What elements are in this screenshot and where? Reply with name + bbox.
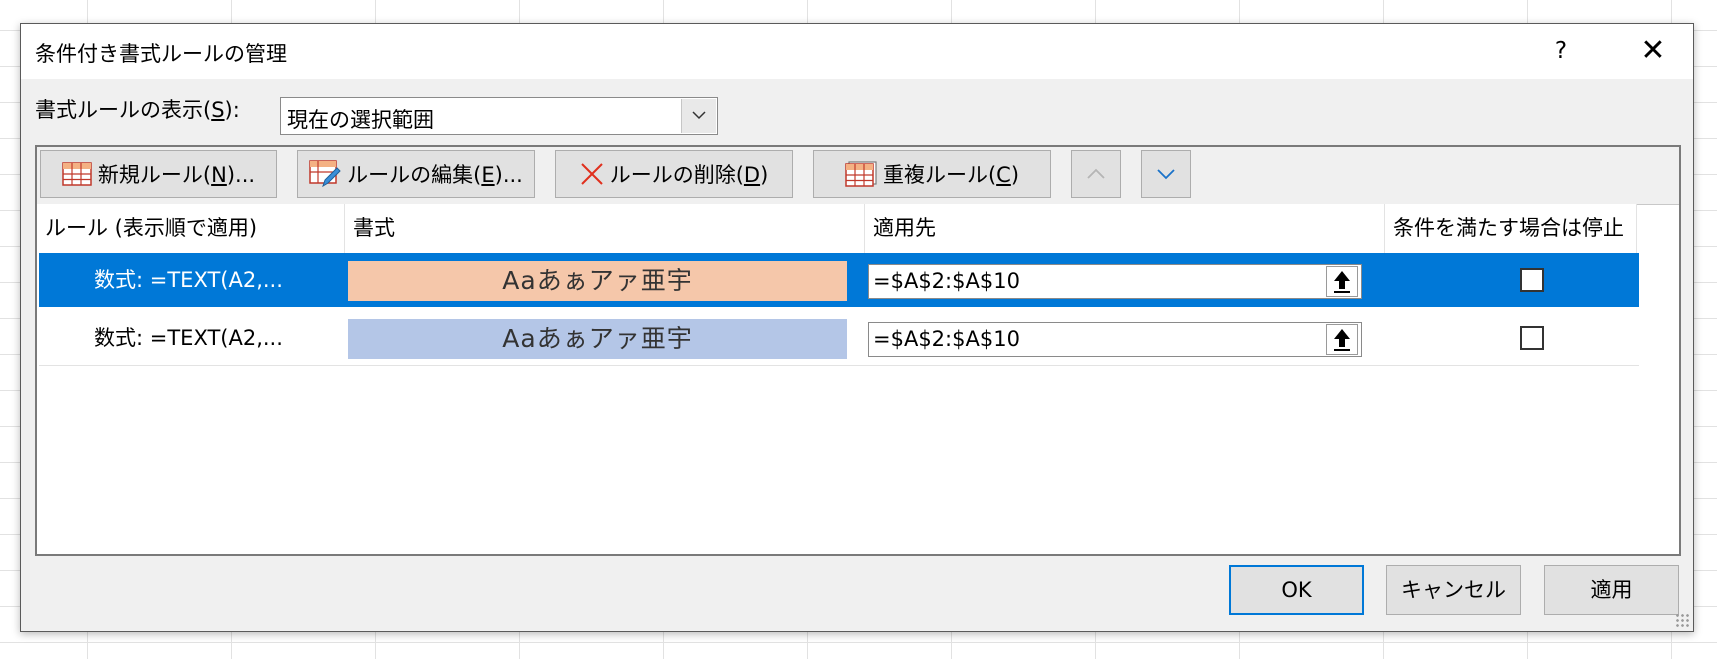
new-rule-label-prefix: 新規ルール( bbox=[97, 163, 212, 187]
delete-rule-label-prefix: ルールの削除( bbox=[609, 163, 744, 187]
applies-to-input[interactable]: =$A$2:$A$10 bbox=[868, 322, 1362, 357]
duplicate-rule-button[interactable]: 重複ルール(C) bbox=[813, 150, 1051, 198]
edit-rule-label: ルールの編集(E)... bbox=[347, 159, 523, 189]
new-rule-label-suffix: )... bbox=[226, 163, 256, 187]
new-rule-button[interactable]: 新規ルール(N)... bbox=[40, 150, 277, 198]
rules-table-header: ルール (表示順で適用) 書式 適用先 条件を満たす場合は停止 bbox=[37, 204, 1637, 253]
rule-description: 数式: =TEXT(A2,... bbox=[94, 326, 283, 350]
new-rule-access-key: N bbox=[211, 163, 227, 187]
resize-grip-icon[interactable] bbox=[1675, 613, 1689, 627]
move-up-button[interactable] bbox=[1071, 150, 1121, 198]
show-rules-access-key: S bbox=[211, 98, 225, 122]
column-header-applies-to: 適用先 bbox=[865, 204, 1385, 253]
new-rule-label: 新規ルール(N)... bbox=[98, 159, 255, 189]
edit-rule-access-key: E bbox=[481, 163, 495, 187]
move-down-button[interactable] bbox=[1141, 150, 1191, 198]
duplicate-rule-label: 重複ルール(C) bbox=[883, 159, 1019, 189]
ok-button[interactable]: OK bbox=[1229, 565, 1364, 615]
edit-rule-icon bbox=[309, 160, 341, 188]
rule-row[interactable]: 数式: =TEXT(A2,... Aaあぁアァ亜宇 =$A$2:$A$10 bbox=[39, 311, 1639, 365]
collapse-range-button[interactable] bbox=[1326, 324, 1358, 355]
duplicate-rule-access-key: C bbox=[996, 163, 1011, 187]
rules-toolbar: 新規ルール(N)... ルールの編集(E)... ルールの削除(D) 重複ルール… bbox=[37, 147, 1679, 205]
edit-rule-button[interactable]: ルールの編集(E)... bbox=[297, 150, 535, 198]
arrow-up-icon bbox=[1334, 270, 1350, 293]
chevron-down-icon[interactable] bbox=[681, 99, 716, 133]
applies-to-value: =$A$2:$A$10 bbox=[873, 327, 1020, 351]
apply-button[interactable]: 適用 bbox=[1544, 565, 1679, 615]
show-rules-label-suffix: ): bbox=[224, 98, 240, 122]
applies-to-input[interactable]: =$A$2:$A$10 bbox=[868, 264, 1362, 299]
edit-rule-label-prefix: ルールの編集( bbox=[347, 163, 482, 187]
close-button[interactable]: ✕ bbox=[1631, 32, 1675, 70]
delete-rule-label-suffix: ) bbox=[760, 163, 769, 187]
show-rules-label-prefix: 書式ルールの表示( bbox=[35, 98, 212, 122]
stop-if-true-checkbox[interactable] bbox=[1520, 268, 1544, 292]
duplicate-rule-label-prefix: 重複ルール( bbox=[882, 163, 997, 187]
applies-to-value: =$A$2:$A$10 bbox=[873, 269, 1020, 293]
title-bar: 条件付き書式ルールの管理 ? ✕ bbox=[21, 24, 1693, 79]
conditional-formatting-rules-manager-dialog: 条件付き書式ルールの管理 ? ✕ 書式ルールの表示(S): 現在の選択範囲 新規… bbox=[20, 23, 1694, 632]
column-header-stop-if-true: 条件を満たす場合は停止 bbox=[1385, 204, 1637, 253]
format-preview: Aaあぁアァ亜宇 bbox=[348, 319, 847, 359]
cancel-button[interactable]: キャンセル bbox=[1386, 565, 1521, 615]
format-preview: Aaあぁアァ亜宇 bbox=[348, 261, 847, 301]
show-rules-dropdown[interactable]: 現在の選択範囲 bbox=[280, 97, 718, 135]
arrow-up-icon bbox=[1334, 328, 1350, 351]
rule-row[interactable]: 数式: =TEXT(A2,... Aaあぁアァ亜宇 =$A$2:$A$10 bbox=[39, 253, 1639, 307]
show-rules-selected-value: 現在の選択範囲 bbox=[287, 108, 434, 132]
show-rules-label: 書式ルールの表示(S): bbox=[35, 94, 240, 124]
new-rule-icon bbox=[62, 162, 92, 186]
rule-description: 数式: =TEXT(A2,... bbox=[94, 268, 283, 292]
delete-rule-access-key: D bbox=[743, 163, 761, 187]
dialog-title: 条件付き書式ルールの管理 bbox=[35, 42, 287, 66]
help-button[interactable]: ? bbox=[1541, 33, 1581, 69]
chevron-up-icon bbox=[1087, 168, 1105, 179]
duplicate-rule-icon bbox=[845, 161, 877, 187]
column-header-rule: ルール (表示順で適用) bbox=[37, 204, 345, 253]
stop-if-true-checkbox[interactable] bbox=[1520, 326, 1544, 350]
rules-panel: 新規ルール(N)... ルールの編集(E)... ルールの削除(D) 重複ルール… bbox=[35, 145, 1681, 556]
delete-rule-label: ルールの削除(D) bbox=[610, 159, 769, 189]
chevron-down-icon bbox=[1157, 169, 1175, 180]
edit-rule-label-suffix: )... bbox=[494, 163, 523, 187]
collapse-range-button[interactable] bbox=[1326, 266, 1358, 297]
column-header-format: 書式 bbox=[345, 204, 865, 253]
row-divider bbox=[39, 365, 1639, 366]
delete-icon bbox=[580, 163, 603, 185]
delete-rule-button[interactable]: ルールの削除(D) bbox=[555, 150, 793, 198]
duplicate-rule-label-suffix: ) bbox=[1010, 163, 1020, 187]
